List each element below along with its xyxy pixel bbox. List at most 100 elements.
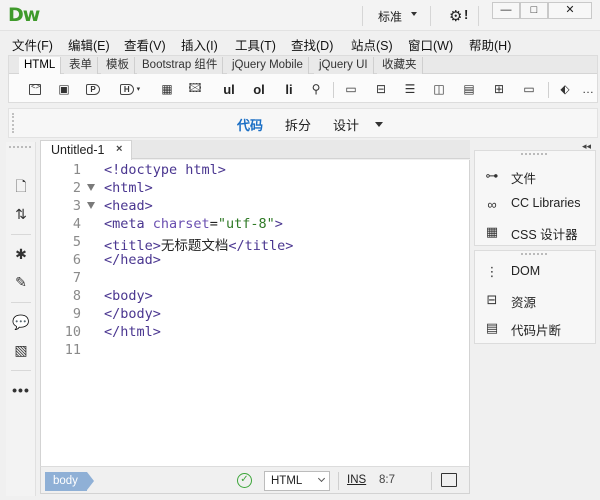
aside-icon[interactable]: ◫ (430, 80, 448, 98)
tab-templates[interactable]: 模板 (101, 57, 135, 74)
format-source-icon[interactable]: ✎ (11, 272, 31, 292)
code-line: 9 </body> (41, 306, 469, 324)
tab-html[interactable]: HTML (19, 57, 62, 74)
table-icon[interactable]: ▦ (158, 80, 176, 98)
chevron-down-icon[interactable] (411, 12, 417, 16)
code-token: charset (152, 216, 210, 232)
document-type-select[interactable]: HTML (264, 471, 330, 491)
alert-indicator[interactable]: ! (464, 7, 468, 22)
image-icon[interactable]: ▣ (55, 80, 73, 98)
menu-insert[interactable]: 插入(I) (181, 35, 218, 54)
document-tab[interactable]: Untitled-1 × (40, 140, 132, 160)
code-text: </body> (104, 306, 161, 322)
header-icon[interactable]: ▭ (342, 80, 360, 98)
heading-icon[interactable]: H ▾ (115, 80, 145, 98)
panel-item-snippets[interactable]: ▤ 代码片断 (483, 317, 595, 339)
navigation-icon[interactable]: ⊟ (372, 80, 390, 98)
toolbar-grip[interactable] (12, 113, 16, 133)
collapse-icon[interactable]: ✱ (11, 244, 31, 264)
divider (333, 82, 334, 98)
tab-jquery-mobile[interactable]: jQuery Mobile (227, 57, 309, 74)
app-logo: Dw (8, 4, 40, 26)
panel-item-label: DOM (511, 264, 541, 278)
ordered-list-button[interactable]: ol (250, 80, 268, 98)
cc-libraries-icon: ∞ (487, 196, 497, 212)
gear-icon[interactable]: ⚙ (449, 7, 462, 25)
code-view-button[interactable]: 代码 (237, 115, 263, 134)
line-number: 5 (72, 234, 81, 250)
workspace-switcher[interactable]: 标准 (378, 8, 402, 25)
tag-icon[interactable]: ⬖ (556, 80, 574, 98)
more-icon[interactable]: … (579, 80, 597, 98)
menu-edit[interactable]: 编辑(E) (68, 35, 110, 54)
list-item-button[interactable]: li (280, 80, 298, 98)
menu-help[interactable]: 帮助(H) (469, 35, 511, 54)
line-number: 8 (72, 288, 81, 304)
line-number: 10 (64, 324, 81, 340)
code-editor[interactable]: 1 <!doctype html> 2 <html> 3 <head> 4 <m… (40, 160, 470, 466)
div-icon[interactable]: <> (26, 80, 44, 98)
check-icon[interactable]: ✓ (237, 473, 252, 488)
paragraph-icon[interactable]: P (84, 80, 102, 98)
panel-item-cc-libraries[interactable]: ∞ CC Libraries (483, 193, 595, 215)
sort-icon[interactable]: ⇅ (11, 204, 31, 224)
menu-tools[interactable]: 工具(T) (235, 35, 276, 54)
code-token: > (274, 216, 283, 232)
code-text: </html> (104, 324, 161, 340)
panel-item-label: CC Libraries (511, 196, 581, 210)
tag-selector-arrow (87, 472, 94, 490)
panel-item-files[interactable]: ⊶ 文件 (483, 165, 595, 187)
tab-jquery-ui[interactable]: jQuery UI (314, 57, 374, 74)
minimize-button[interactable]: — (492, 2, 520, 19)
design-view-button[interactable]: 设计 (333, 115, 359, 134)
code-token: "utf-8" (217, 216, 275, 232)
divider (362, 6, 363, 26)
snippets-icon: ▤ (485, 320, 499, 335)
maximize-icon: □ (530, 4, 538, 16)
fold-icon[interactable] (87, 184, 95, 191)
menu-site[interactable]: 站点(S) (351, 35, 393, 54)
tag-selector-body[interactable]: body (45, 472, 87, 491)
panel-item-css-designer[interactable]: ▦ CSS 设计器 (483, 221, 595, 243)
main-icon[interactable]: ☰ (401, 80, 419, 98)
open-documents-icon[interactable]: 🗋 (11, 178, 31, 198)
menu-find[interactable]: 查找(D) (291, 35, 333, 54)
figure-icon[interactable]: 🖾 (186, 80, 204, 98)
chevron-down-icon[interactable] (375, 122, 383, 127)
tab-bootstrap[interactable]: Bootstrap 组件 (137, 57, 224, 74)
fold-icon[interactable] (87, 202, 95, 209)
panel-grip[interactable] (521, 253, 547, 256)
tab-form[interactable]: 表单 (64, 57, 98, 74)
menu-view[interactable]: 查看(V) (124, 35, 166, 54)
code-text: <!doctype html> (104, 162, 226, 178)
panel-grip[interactable] (521, 153, 547, 156)
panel-item-dom[interactable]: ⋮ DOM (483, 261, 595, 283)
code-line: 10 </html> (41, 324, 469, 342)
remove-comment-icon[interactable]: ▧ (11, 340, 31, 360)
divider (11, 234, 31, 235)
close-icon[interactable]: × (116, 143, 122, 155)
close-button[interactable]: ✕ (548, 2, 592, 19)
live-preview-icon[interactable] (441, 473, 457, 487)
panel-item-assets[interactable]: ⊟ 资源 (483, 289, 595, 311)
menu-window[interactable]: 窗口(W) (408, 35, 453, 54)
line-number: 11 (64, 342, 81, 358)
unordered-list-button[interactable]: ul (220, 80, 238, 98)
insert-mode-toggle[interactable]: INS (347, 474, 366, 486)
maximize-button[interactable]: □ (520, 2, 548, 19)
divider (338, 472, 339, 490)
article-icon[interactable]: ▤ (460, 80, 478, 98)
menu-file[interactable]: 文件(F) (12, 35, 53, 54)
toolbar-grip[interactable] (9, 146, 31, 150)
section-icon[interactable]: ⊞ (490, 80, 508, 98)
comment-icon[interactable]: 💬 (11, 312, 31, 332)
code-line: 2 <html> (41, 180, 469, 198)
split-view-button[interactable]: 拆分 (285, 115, 311, 134)
code-line: 4 <meta charset="utf-8"> (41, 216, 469, 234)
footer-icon[interactable]: ▭ (520, 80, 538, 98)
hyperlink-icon[interactable]: ⚲ (307, 80, 325, 98)
tab-favorites[interactable]: 收藏夹 (377, 57, 423, 74)
more-icon[interactable]: ••• (11, 380, 31, 400)
divider (548, 82, 549, 98)
code-line: 7 (41, 270, 469, 288)
